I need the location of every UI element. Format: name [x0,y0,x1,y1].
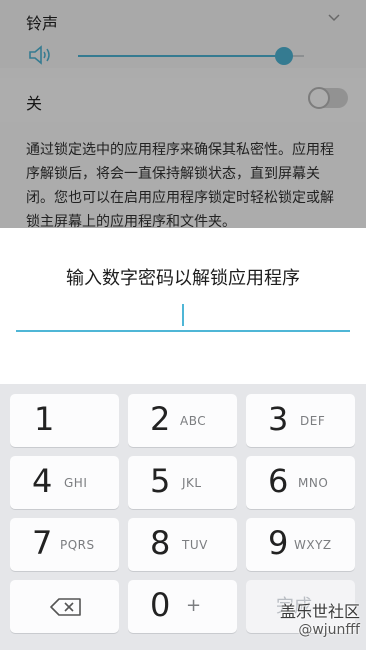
key-plus: + [186,595,202,616]
key-letters: DEF [300,414,326,428]
key-0[interactable]: 0 + [128,580,237,633]
key-7[interactable]: 7 PQRS [10,518,119,571]
key-5[interactable]: 5 JKL [128,456,237,509]
key-3[interactable]: 3 DEF [246,394,355,447]
pin-input[interactable] [16,302,350,332]
text-caret [182,304,184,326]
key-2[interactable]: 2 ABC [128,394,237,447]
backspace-key[interactable] [10,580,119,633]
key-letters: ABC [180,414,207,428]
key-letters: MNO [298,476,329,490]
key-digit: 6 [268,462,289,500]
dim-overlay [0,0,366,230]
key-9[interactable]: 9 WXYZ [246,518,355,571]
key-digit: 1 [34,400,55,438]
key-8[interactable]: 8 TUV [128,518,237,571]
key-6[interactable]: 6 MNO [246,456,355,509]
pin-dialog: 输入数字密码以解锁应用程序 [0,228,366,384]
key-1[interactable]: 1 [10,394,119,447]
key-letters: JKL [182,476,202,490]
watermark-user: @wjunfff [298,622,360,638]
key-digit: 4 [32,462,53,500]
key-digit: 7 [32,524,53,562]
watermark-brand: 盖乐世社区 [279,602,360,621]
key-digit: 8 [150,524,171,562]
dialog-title: 输入数字密码以解锁应用程序 [66,268,300,289]
key-letters: WXYZ [294,538,332,552]
backspace-icon [50,598,81,616]
key-digit: 0 [150,586,171,624]
key-digit: 5 [150,462,171,500]
key-letters: TUV [182,538,208,552]
key-digit: 3 [268,400,289,438]
key-digit: 9 [268,524,289,562]
key-digit: 2 [150,400,171,438]
key-letters: GHI [64,476,88,490]
key-4[interactable]: 4 GHI [10,456,119,509]
settings-background: 铃声 关 通过锁定选中的应用程序来确保其私密性。应用程序解锁后，将会一直保持解锁… [0,0,366,230]
key-letters: PQRS [60,538,95,552]
